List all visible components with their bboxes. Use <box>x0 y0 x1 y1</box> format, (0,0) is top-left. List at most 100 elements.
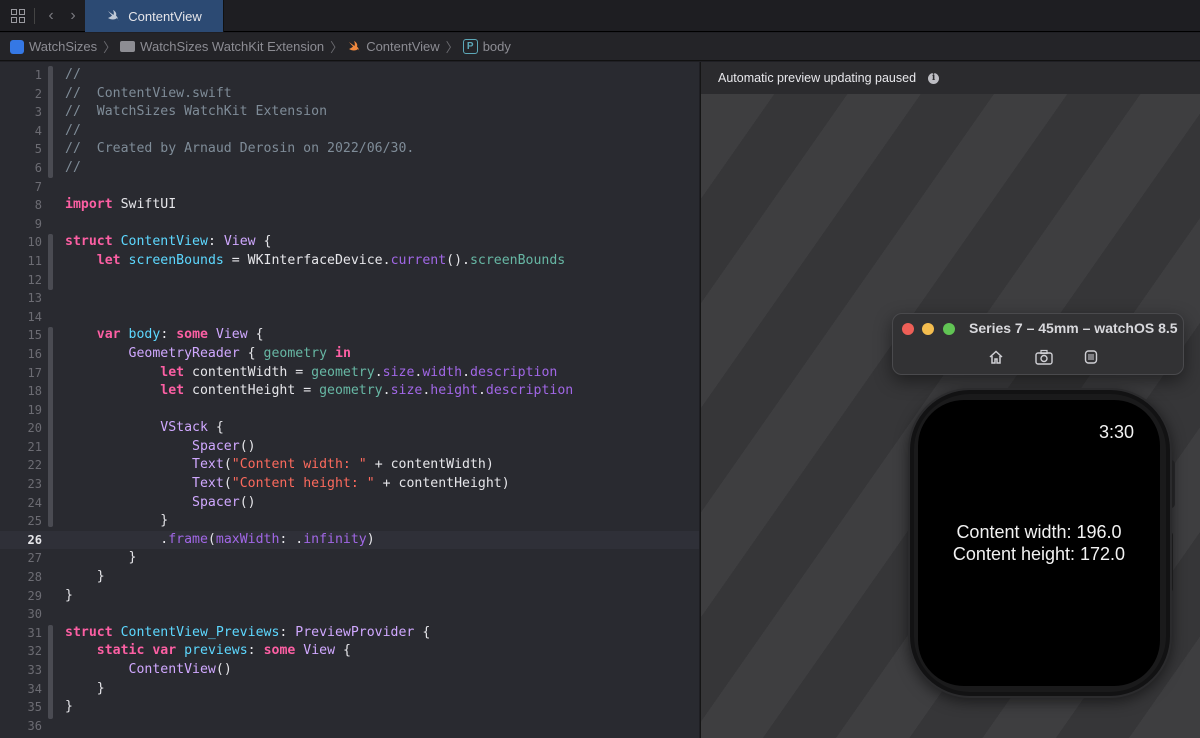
code-line[interactable]: 7 <box>0 178 699 197</box>
code-line[interactable]: 14 <box>0 308 699 327</box>
tab-contentview[interactable]: ContentView <box>85 0 224 32</box>
code-line[interactable]: 13 <box>0 289 699 308</box>
code-token: some <box>176 327 208 343</box>
code-line[interactable]: 27 } <box>0 549 699 568</box>
code-line[interactable]: 5 // Created by Arnaud Derosin on 2022/06… <box>0 140 699 159</box>
back-chevron-icon[interactable]: ‹ <box>43 7 59 24</box>
code-line[interactable]: 15 var body: some View { <box>0 326 699 345</box>
code-token: // <box>65 159 81 175</box>
code-token: ContentView_Previews <box>120 624 280 640</box>
code-token: previews <box>184 643 248 659</box>
breadcrumb-label: body <box>482 39 511 54</box>
code-line[interactable]: 18 let contentHeight = geometry.size.hei… <box>0 382 699 401</box>
simulator-window[interactable]: Series 7 – 45mm – watchOS 8.5 <box>892 313 1184 375</box>
simulator-title: Series 7 – 45mm – watchOS 8.5 <box>969 320 1178 336</box>
breadcrumb-item-file[interactable]: ContentView <box>347 39 440 54</box>
code-line[interactable]: 21 Spacer() <box>0 438 699 457</box>
code-text: } <box>65 680 105 699</box>
code-line[interactable]: 26 .frame(maxWidth: .infinity) <box>0 530 699 550</box>
line-number: 24 <box>27 495 42 510</box>
code-line[interactable]: 11 let screenBounds = WKInterfaceDevice.… <box>0 252 699 271</box>
code-token: () <box>239 438 256 454</box>
code-token: let <box>160 364 185 380</box>
code-line[interactable]: 28 } <box>0 568 699 587</box>
code-text: .frame(maxWidth: .infinity) <box>65 531 375 550</box>
breadcrumb-item-symbol[interactable]: P body <box>462 39 511 54</box>
grid-icon[interactable] <box>10 8 26 24</box>
code-token: . <box>462 364 471 380</box>
watch-rotate-icon[interactable] <box>1082 348 1100 366</box>
code-line[interactable]: 36 <box>0 717 699 736</box>
line-number: 4 <box>34 123 42 138</box>
breadcrumb-item-project[interactable]: WatchSizes <box>10 39 97 54</box>
code-line[interactable]: 1 // <box>0 66 699 85</box>
line-number: 34 <box>27 681 42 696</box>
code-line[interactable]: 16 GeometryReader { geometry in <box>0 345 699 364</box>
code-line[interactable]: 10 struct ContentView: View { <box>0 233 699 252</box>
code-token: height <box>430 383 478 399</box>
code-line[interactable]: 20 VStack { <box>0 419 699 438</box>
code-line[interactable]: 17 let contentWidth = geometry.size.widt… <box>0 364 699 383</box>
info-icon[interactable]: i <box>928 72 940 84</box>
folder-icon <box>120 41 136 52</box>
code-line[interactable]: 34 } <box>0 680 699 699</box>
line-number: 12 <box>27 272 42 287</box>
line-number: 6 <box>34 160 42 175</box>
code-line[interactable]: 3 // WatchSizes WatchKit Extension <box>0 103 699 122</box>
code-text: Text("Content width: " + contentWidth) <box>65 456 494 475</box>
minimize-button[interactable] <box>922 323 934 335</box>
camera-icon[interactable] <box>1035 348 1053 366</box>
code-editor[interactable]: 1 // 2 // ContentView.swift 3 // WatchSizes W… <box>0 62 699 738</box>
code-token: : . <box>279 531 304 547</box>
code-text: import SwiftUI <box>65 196 176 215</box>
code-line[interactable]: 19 <box>0 401 699 420</box>
code-line[interactable]: 30 <box>0 605 699 624</box>
code-text: // <box>65 66 81 85</box>
code-line[interactable]: 22 Text("Content width: " + contentWidth… <box>0 456 699 475</box>
forward-chevron-icon[interactable]: › <box>65 7 81 24</box>
code-line[interactable]: 33 ContentView() <box>0 661 699 680</box>
code-line[interactable]: 31 struct ContentView_Previews: PreviewPr… <box>0 624 699 643</box>
home-icon[interactable] <box>987 348 1005 366</box>
close-button[interactable] <box>902 323 914 335</box>
line-number: 27 <box>27 551 42 566</box>
code-token: geometry <box>263 345 328 361</box>
code-token: static <box>96 643 145 659</box>
code-line[interactable]: 24 Spacer() <box>0 494 699 513</box>
zoom-button[interactable] <box>943 323 955 335</box>
code-token: ) <box>366 531 375 547</box>
code-token: "Content width: " <box>231 457 367 473</box>
code-token: } <box>65 699 73 715</box>
code-line[interactable]: 8 import SwiftUI <box>0 196 699 215</box>
code-token: import <box>65 197 113 213</box>
code-token: { <box>414 624 431 640</box>
xcode-window: ‹ › ContentView WatchSizes 〉 WatchSizes … <box>0 0 1200 738</box>
code-line[interactable]: 29} <box>0 587 699 606</box>
breadcrumb-label: WatchSizes <box>29 39 98 54</box>
breadcrumb-item-group[interactable]: WatchSizes WatchKit Extension <box>120 39 324 54</box>
code-token: } <box>65 513 169 529</box>
code-text: } <box>65 698 73 717</box>
code-token: screenBounds <box>128 252 224 268</box>
code-token: { <box>247 327 264 343</box>
watch-screen[interactable]: 3:30 Content width: 196.0 Content height… <box>918 400 1160 686</box>
code-line[interactable]: 12 <box>0 271 699 290</box>
code-text: let screenBounds = WKInterfaceDevice.cur… <box>65 252 565 271</box>
code-line[interactable]: 23 Text("Content height: " + contentHeig… <box>0 475 699 494</box>
code-line[interactable]: 6 // <box>0 159 699 178</box>
code-line[interactable]: 32 static var previews: some View { <box>0 642 699 661</box>
content-height-text: Content height: 172.0 <box>952 544 1126 564</box>
code-line[interactable]: 9 <box>0 215 699 234</box>
code-token: Spacer <box>192 494 240 510</box>
code-line[interactable]: 4 // <box>0 122 699 141</box>
code-line[interactable]: 2 // ContentView.swift <box>0 85 699 104</box>
code-line[interactable]: 25 } <box>0 512 699 531</box>
code-token: // <box>65 122 81 138</box>
code-line[interactable]: 35} <box>0 698 699 717</box>
code-text: var body: some View { <box>65 326 264 345</box>
code-token: View <box>303 643 336 659</box>
